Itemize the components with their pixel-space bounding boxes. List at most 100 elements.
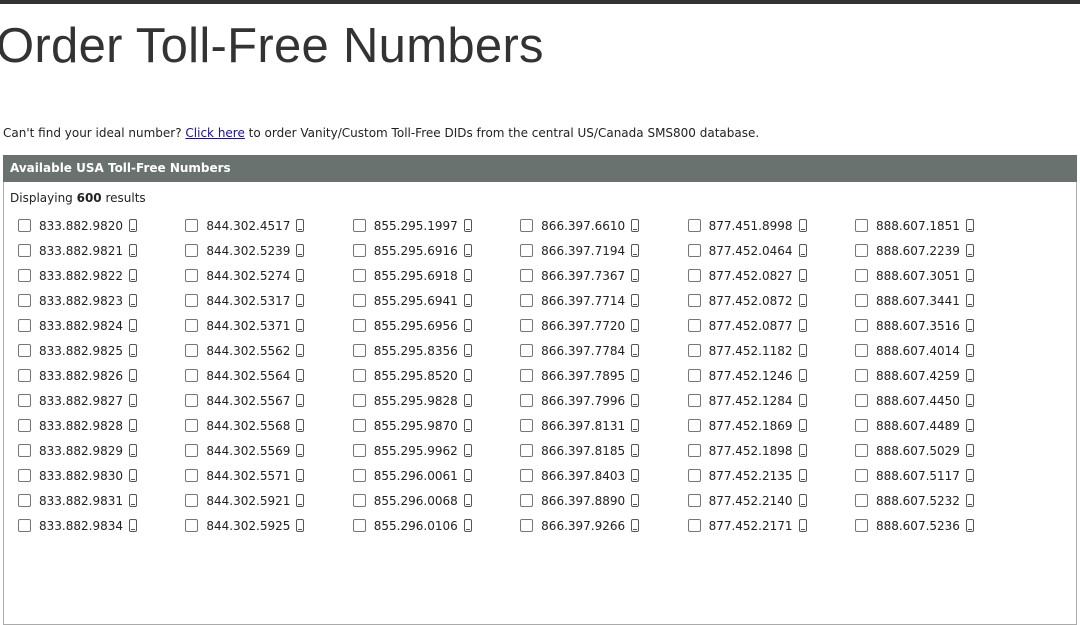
number-option[interactable]: 888.607.5117 — [854, 463, 1022, 488]
number-checkbox[interactable] — [687, 494, 701, 507]
number-checkbox[interactable] — [185, 294, 199, 307]
number-checkbox[interactable] — [854, 494, 868, 507]
number-option[interactable]: 844.302.5239 — [185, 238, 352, 263]
number-checkbox[interactable] — [18, 519, 31, 532]
number-checkbox[interactable] — [185, 369, 199, 382]
number-checkbox[interactable] — [18, 394, 31, 407]
number-checkbox[interactable] — [352, 494, 366, 507]
number-checkbox[interactable] — [520, 444, 534, 457]
number-option[interactable]: 855.295.1997 — [352, 213, 520, 238]
number-checkbox[interactable] — [18, 294, 31, 307]
number-option[interactable]: 877.452.1246 — [687, 363, 855, 388]
number-option[interactable]: 888.607.2239 — [854, 238, 1022, 263]
number-checkbox[interactable] — [520, 469, 534, 482]
number-checkbox[interactable] — [854, 444, 868, 457]
number-checkbox[interactable] — [854, 294, 868, 307]
number-checkbox[interactable] — [687, 244, 701, 257]
number-option[interactable]: 855.295.6941 — [352, 288, 520, 313]
number-checkbox[interactable] — [18, 269, 31, 282]
number-checkbox[interactable] — [520, 219, 534, 232]
number-option[interactable]: 833.882.9823 — [18, 288, 185, 313]
number-checkbox[interactable] — [687, 219, 701, 232]
number-checkbox[interactable] — [18, 444, 31, 457]
number-option[interactable]: 855.295.9870 — [352, 413, 520, 438]
number-option[interactable]: 844.302.5562 — [185, 338, 352, 363]
number-checkbox[interactable] — [352, 319, 366, 332]
number-checkbox[interactable] — [520, 269, 534, 282]
number-option[interactable]: 888.607.4489 — [854, 413, 1022, 438]
number-checkbox[interactable] — [352, 469, 366, 482]
number-checkbox[interactable] — [854, 419, 868, 432]
number-checkbox[interactable] — [687, 469, 701, 482]
number-option[interactable]: 866.397.7784 — [520, 338, 687, 363]
number-checkbox[interactable] — [185, 394, 199, 407]
number-option[interactable]: 844.302.5925 — [185, 513, 352, 538]
number-option[interactable]: 833.882.9829 — [18, 438, 185, 463]
number-checkbox[interactable] — [352, 394, 366, 407]
number-checkbox[interactable] — [520, 294, 534, 307]
number-option[interactable]: 833.882.9830 — [18, 463, 185, 488]
number-checkbox[interactable] — [520, 394, 534, 407]
number-option[interactable]: 866.397.8403 — [520, 463, 687, 488]
number-checkbox[interactable] — [687, 319, 701, 332]
number-option[interactable]: 855.295.6956 — [352, 313, 520, 338]
number-option[interactable]: 833.882.9821 — [18, 238, 185, 263]
number-option[interactable]: 877.451.8998 — [687, 213, 855, 238]
number-option[interactable]: 855.295.8356 — [352, 338, 520, 363]
number-option[interactable]: 888.607.3051 — [854, 263, 1022, 288]
number-checkbox[interactable] — [18, 344, 31, 357]
number-checkbox[interactable] — [854, 394, 868, 407]
number-checkbox[interactable] — [18, 244, 31, 257]
number-option[interactable]: 833.882.9827 — [18, 388, 185, 413]
number-checkbox[interactable] — [687, 269, 701, 282]
number-option[interactable]: 888.607.5232 — [854, 488, 1022, 513]
number-option[interactable]: 866.397.8890 — [520, 488, 687, 513]
number-checkbox[interactable] — [18, 319, 31, 332]
number-option[interactable]: 877.452.0827 — [687, 263, 855, 288]
number-checkbox[interactable] — [520, 344, 534, 357]
number-option[interactable]: 833.882.9828 — [18, 413, 185, 438]
number-option[interactable]: 855.296.0068 — [352, 488, 520, 513]
number-option[interactable]: 877.452.0872 — [687, 288, 855, 313]
number-option[interactable]: 844.302.5569 — [185, 438, 352, 463]
number-checkbox[interactable] — [18, 469, 31, 482]
number-option[interactable]: 866.397.7720 — [520, 313, 687, 338]
number-checkbox[interactable] — [185, 269, 199, 282]
number-option[interactable]: 866.397.7895 — [520, 363, 687, 388]
number-option[interactable]: 866.397.7367 — [520, 263, 687, 288]
number-option[interactable]: 877.452.1284 — [687, 388, 855, 413]
number-checkbox[interactable] — [185, 469, 199, 482]
number-checkbox[interactable] — [185, 219, 199, 232]
number-checkbox[interactable] — [854, 219, 868, 232]
number-option[interactable]: 888.607.3441 — [854, 288, 1022, 313]
number-option[interactable]: 888.607.3516 — [854, 313, 1022, 338]
number-option[interactable]: 877.452.1898 — [687, 438, 855, 463]
number-option[interactable]: 888.607.4450 — [854, 388, 1022, 413]
number-option[interactable]: 888.607.1851 — [854, 213, 1022, 238]
number-checkbox[interactable] — [520, 369, 534, 382]
number-option[interactable]: 833.882.9834 — [18, 513, 185, 538]
number-checkbox[interactable] — [352, 369, 366, 382]
number-option[interactable]: 844.302.5274 — [185, 263, 352, 288]
number-checkbox[interactable] — [520, 244, 534, 257]
number-checkbox[interactable] — [687, 344, 701, 357]
number-option[interactable]: 844.302.5921 — [185, 488, 352, 513]
number-option[interactable]: 855.295.9962 — [352, 438, 520, 463]
number-option[interactable]: 844.302.5571 — [185, 463, 352, 488]
number-option[interactable]: 877.452.1182 — [687, 338, 855, 363]
number-checkbox[interactable] — [854, 269, 868, 282]
number-option[interactable]: 888.607.5029 — [854, 438, 1022, 463]
number-checkbox[interactable] — [18, 219, 31, 232]
number-checkbox[interactable] — [185, 519, 199, 532]
number-checkbox[interactable] — [185, 494, 199, 507]
number-checkbox[interactable] — [352, 269, 366, 282]
number-option[interactable]: 833.882.9820 — [18, 213, 185, 238]
number-checkbox[interactable] — [352, 344, 366, 357]
number-checkbox[interactable] — [18, 369, 31, 382]
number-option[interactable]: 844.302.4517 — [185, 213, 352, 238]
number-checkbox[interactable] — [854, 519, 868, 532]
number-option[interactable]: 833.882.9826 — [18, 363, 185, 388]
number-checkbox[interactable] — [352, 519, 366, 532]
number-checkbox[interactable] — [687, 369, 701, 382]
number-option[interactable]: 855.296.0106 — [352, 513, 520, 538]
